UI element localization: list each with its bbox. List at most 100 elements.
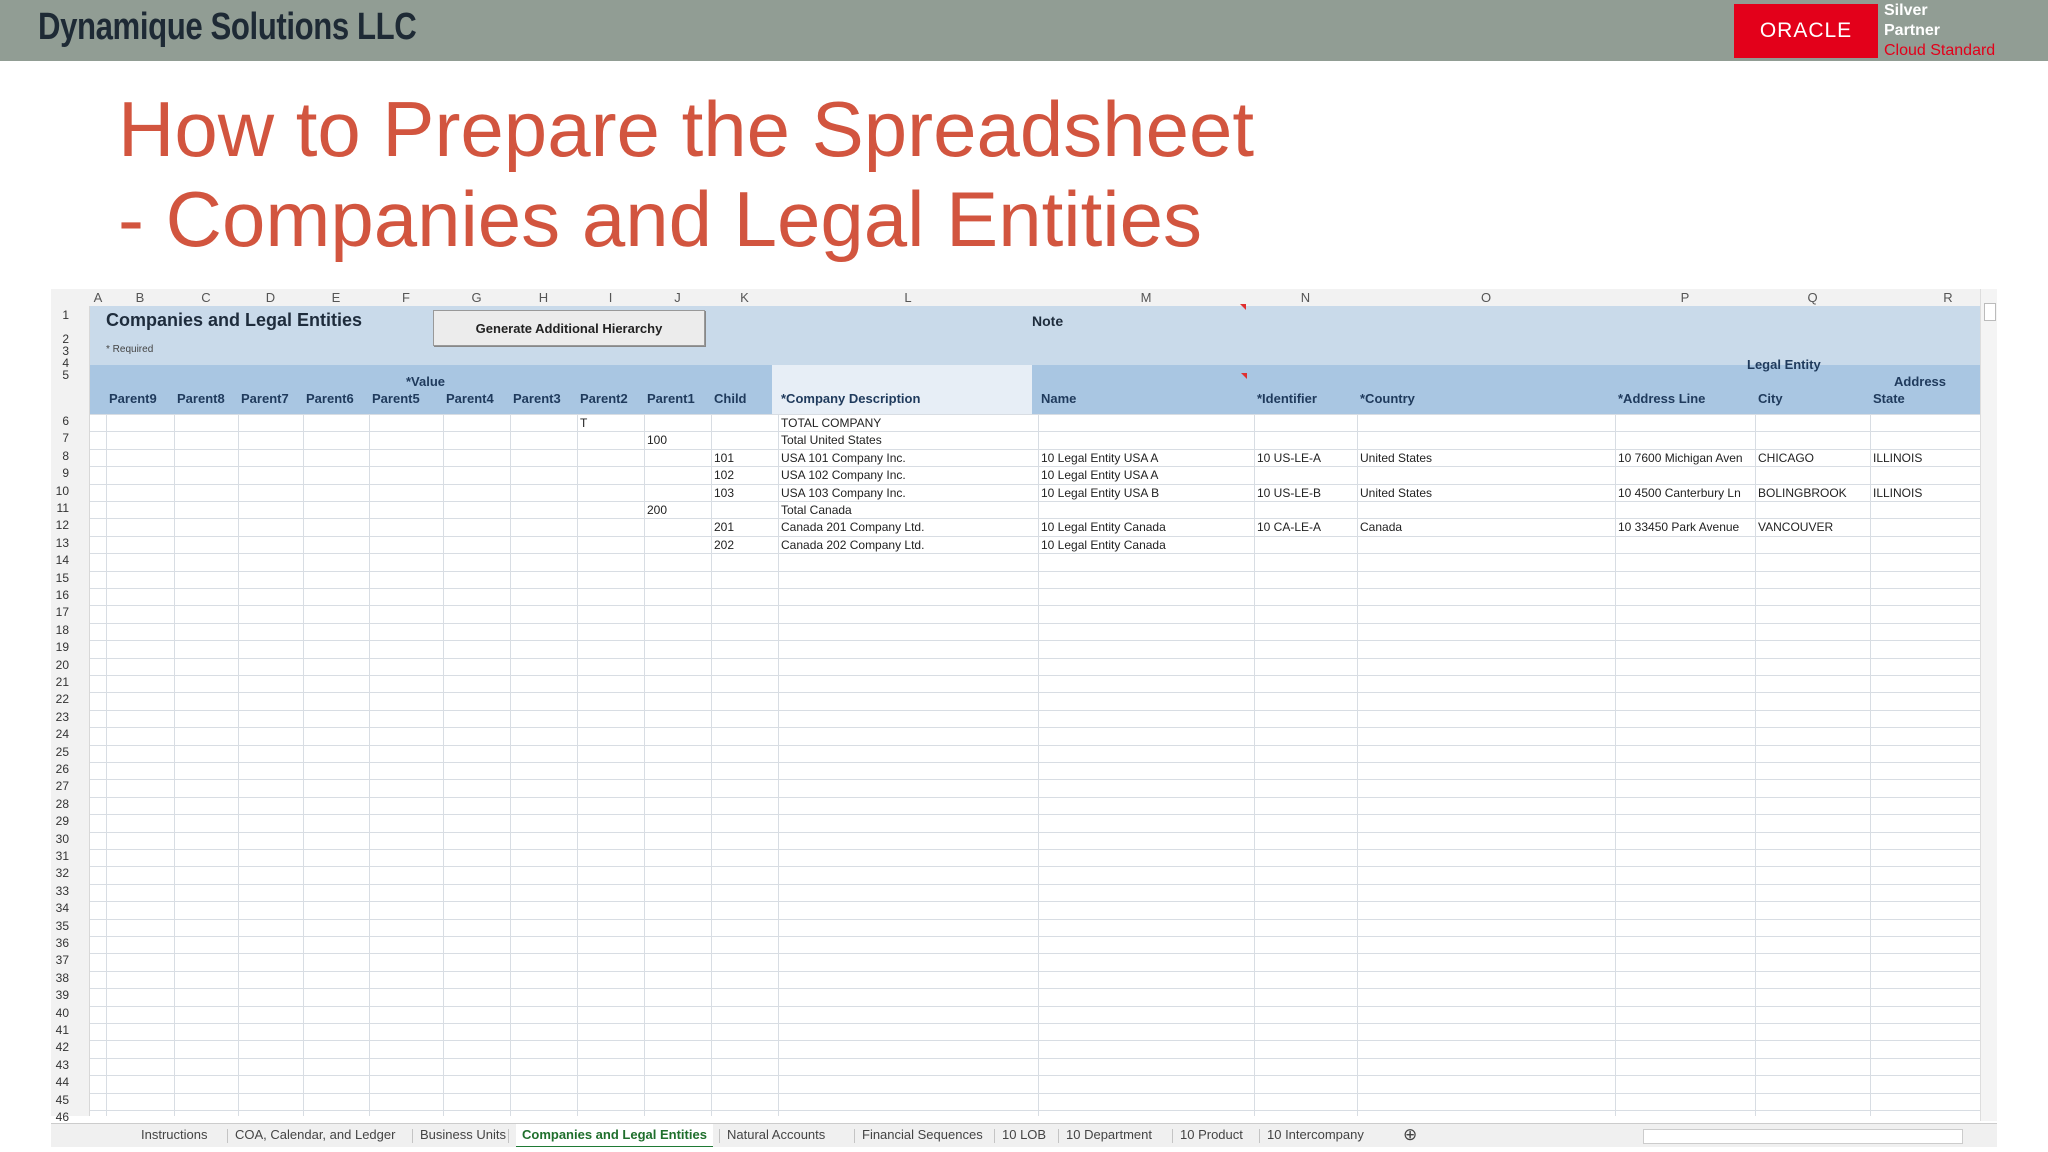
row-header[interactable]: 27 <box>56 779 69 793</box>
row-header[interactable]: 43 <box>56 1058 69 1072</box>
row-header[interactable]: 22 <box>56 692 69 706</box>
row-header[interactable]: 31 <box>56 849 69 863</box>
row-header[interactable]: 32 <box>56 866 69 880</box>
cell-city[interactable]: CHICAGO <box>1758 451 1814 465</box>
cell-addr[interactable]: 10 4500 Canterbury Ln <box>1618 486 1741 500</box>
horizontal-scrollbar[interactable] <box>1643 1129 1963 1144</box>
row-header[interactable]: 42 <box>56 1040 69 1054</box>
row-header[interactable]: 7 <box>62 431 69 445</box>
column-header-o[interactable]: O <box>1481 290 1491 305</box>
row-header[interactable]: 9 <box>62 466 69 480</box>
sheet-tab[interactable]: 10 Product <box>1180 1127 1243 1142</box>
row-header[interactable]: 35 <box>56 919 69 933</box>
cell-desc[interactable]: USA 102 Company Inc. <box>781 468 906 482</box>
row-header[interactable]: 8 <box>62 449 69 463</box>
row-header[interactable]: 23 <box>56 710 69 724</box>
row-header[interactable]: 44 <box>56 1075 69 1089</box>
row-header[interactable]: 33 <box>56 884 69 898</box>
cell-desc[interactable]: Canada 201 Company Ltd. <box>781 520 924 534</box>
cell-desc[interactable]: USA 103 Company Inc. <box>781 486 906 500</box>
row-header[interactable]: 21 <box>56 675 69 689</box>
cell-ident[interactable]: 10 CA-LE-A <box>1257 520 1321 534</box>
cell-desc[interactable]: Canada 202 Company Ltd. <box>781 538 924 552</box>
row-header[interactable]: 39 <box>56 988 69 1002</box>
cell-ident[interactable]: 10 US-LE-A <box>1257 451 1321 465</box>
row-header[interactable]: 38 <box>56 971 69 985</box>
column-header-j[interactable]: J <box>674 290 681 305</box>
row-header[interactable]: 17 <box>56 605 69 619</box>
row-header[interactable]: 12 <box>56 518 69 532</box>
cell-desc[interactable]: Total Canada <box>781 503 852 517</box>
cell-country[interactable]: Canada <box>1360 520 1402 534</box>
cell-desc[interactable]: Total United States <box>781 433 882 447</box>
row-header[interactable]: 10 <box>56 484 69 498</box>
row-header[interactable]: 5 <box>62 368 69 382</box>
add-sheet-icon[interactable]: ⊕ <box>1403 1125 1417 1145</box>
sheet-tab[interactable]: Financial Sequences <box>862 1127 983 1142</box>
row-header[interactable]: 13 <box>56 536 69 550</box>
column-header-m[interactable]: M <box>1141 290 1152 305</box>
sheet-tab[interactable]: Natural Accounts <box>727 1127 825 1142</box>
sheet-tab[interactable]: Companies and Legal Entities <box>516 1124 713 1147</box>
sheet-tab[interactable]: Instructions <box>141 1127 207 1142</box>
cell-child[interactable]: 103 <box>714 486 734 500</box>
row-header[interactable]: 11 <box>57 501 69 515</box>
cell-name[interactable]: 10 Legal Entity Canada <box>1041 538 1166 552</box>
sheet-tab[interactable]: Business Units <box>420 1127 506 1142</box>
column-header-n[interactable]: N <box>1301 290 1310 305</box>
cell-desc[interactable]: USA 101 Company Inc. <box>781 451 906 465</box>
cell-addr[interactable]: 10 7600 Michigan Aven <box>1618 451 1743 465</box>
row-header[interactable]: 18 <box>56 623 69 637</box>
cell-country[interactable]: United States <box>1360 451 1432 465</box>
cell-parent1[interactable]: 100 <box>647 433 667 447</box>
row-header[interactable]: 46 <box>56 1110 69 1124</box>
column-header-p[interactable]: P <box>1681 290 1690 305</box>
cell-name[interactable]: 10 Legal Entity USA A <box>1041 451 1158 465</box>
cell-name[interactable]: 10 Legal Entity Canada <box>1041 520 1166 534</box>
row-header[interactable]: 24 <box>56 727 69 741</box>
row-header[interactable]: 1 <box>62 308 69 322</box>
row-header[interactable]: 45 <box>56 1093 69 1107</box>
cell-addr[interactable]: 10 33450 Park Avenue <box>1618 520 1739 534</box>
cell-state[interactable]: ILLINOIS <box>1873 486 1922 500</box>
cell-parent2[interactable]: T <box>580 416 587 430</box>
row-header[interactable]: 30 <box>56 832 69 846</box>
cell-state[interactable]: ILLINOIS <box>1873 451 1922 465</box>
column-header-d[interactable]: D <box>266 290 275 305</box>
column-header-f[interactable]: F <box>402 290 410 305</box>
column-header-r[interactable]: R <box>1943 290 1952 305</box>
column-header-b[interactable]: B <box>136 290 145 305</box>
sheet-tab[interactable]: 10 LOB <box>1002 1127 1046 1142</box>
sheet-tab[interactable]: COA, Calendar, and Ledger <box>235 1127 395 1142</box>
cell-child[interactable]: 202 <box>714 538 734 552</box>
cell-city[interactable]: BOLINGBROOK <box>1758 486 1847 500</box>
row-header[interactable]: 28 <box>56 797 69 811</box>
row-header[interactable]: 37 <box>56 953 69 967</box>
scroll-thumb[interactable] <box>1984 303 1996 321</box>
row-header[interactable]: 41 <box>56 1023 69 1037</box>
row-header[interactable]: 19 <box>56 640 69 654</box>
sheet-tab[interactable]: 10 Intercompany <box>1267 1127 1364 1142</box>
sheet-tab[interactable]: 10 Department <box>1066 1127 1152 1142</box>
row-header[interactable]: 40 <box>56 1006 69 1020</box>
column-header-l[interactable]: L <box>904 290 911 305</box>
cell-parent1[interactable]: 200 <box>647 503 667 517</box>
cell-desc[interactable]: TOTAL COMPANY <box>781 416 881 430</box>
cell-name[interactable]: 10 Legal Entity USA B <box>1041 486 1159 500</box>
column-header-c[interactable]: C <box>201 290 210 305</box>
cell-child[interactable]: 101 <box>714 451 734 465</box>
cell-name[interactable]: 10 Legal Entity USA A <box>1041 468 1158 482</box>
cell-ident[interactable]: 10 US-LE-B <box>1257 486 1321 500</box>
column-header-e[interactable]: E <box>332 290 341 305</box>
row-header[interactable]: 29 <box>56 814 69 828</box>
row-header[interactable]: 20 <box>56 658 69 672</box>
row-header[interactable]: 16 <box>56 588 69 602</box>
column-header-a[interactable]: A <box>94 290 103 305</box>
row-header[interactable]: 6 <box>62 414 69 428</box>
row-header[interactable]: 36 <box>56 936 69 950</box>
vertical-scrollbar[interactable] <box>1980 289 1997 1121</box>
row-header[interactable]: 15 <box>56 571 69 585</box>
row-header[interactable]: 25 <box>56 745 69 759</box>
cell-child[interactable]: 201 <box>714 520 734 534</box>
cell-city[interactable]: VANCOUVER <box>1758 520 1833 534</box>
